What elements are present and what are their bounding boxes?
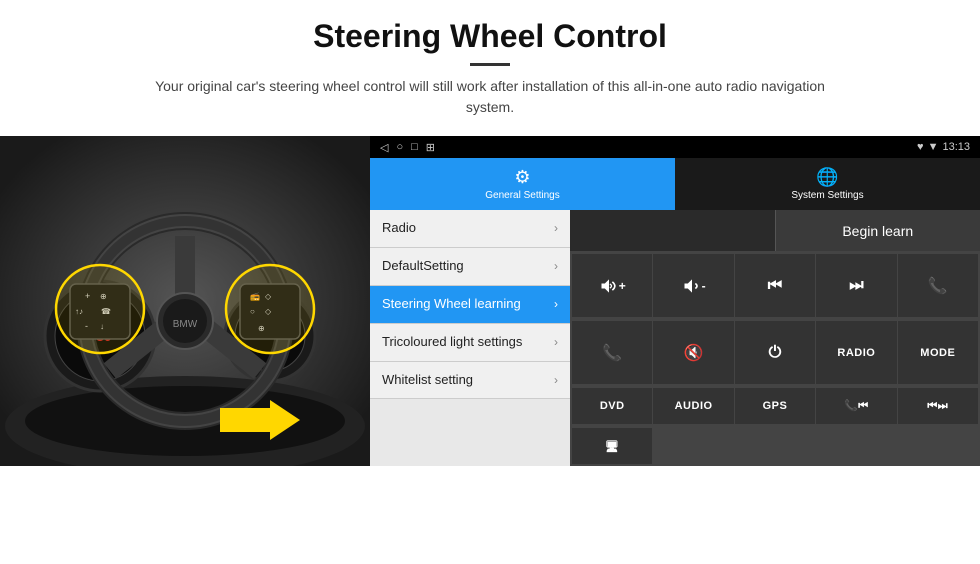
next-track-button[interactable]: ⏭ [816,254,896,317]
control-grid-row1: + - ⏮ ⏭ 📞 [570,252,980,319]
location-icon: ♥ [917,141,924,153]
menu-whitelist-label: Whitelist setting [382,372,554,389]
audio-button[interactable]: AUDIO [653,388,733,424]
tab-general-settings[interactable]: ⚙ General Settings [370,158,675,210]
right-top-row: Begin learn [570,210,980,252]
title-divider [470,63,510,66]
android-ui: ◁ ○ □ ⊞ ♥ ▼ 13:13 ⚙ General Settings [370,136,980,466]
left-menu: Radio › DefaultSetting › Steering Wheel … [370,210,570,466]
gps-button[interactable]: GPS [735,388,815,424]
status-bar-right: ♥ ▼ 13:13 [917,141,970,153]
radio-button[interactable]: RADIO [816,321,896,384]
menu-item-tricoloured[interactable]: Tricoloured light settings › [370,324,570,362]
extra-row: 🖥 [570,426,980,466]
begin-learn-button[interactable]: Begin learn [776,210,980,251]
bottom-row: DVD AUDIO GPS 📞⏮ ⏮⏭ [570,386,980,426]
menu-radio-label: Radio [382,220,554,237]
control-grid-row2: 📞 🔇 ⏻ RADIO MODE [570,319,980,386]
menu-item-steering[interactable]: Steering Wheel learning › [370,286,570,324]
nav-menu-icon[interactable]: ⊞ [426,141,435,154]
page-container: Steering Wheel Control Your original car… [0,0,980,564]
empty-input-box [570,210,776,251]
subtitle: Your original car's steering wheel contr… [150,76,830,118]
menu-item-default[interactable]: DefaultSetting › [370,248,570,286]
prev-next-button[interactable]: ⏮⏭ [898,388,978,424]
signal-icon: ▼ [928,141,939,153]
menu-item-radio[interactable]: Radio › [370,210,570,248]
mute-button[interactable]: 🔇 [653,321,733,384]
chevron-icon: › [554,297,558,311]
nav-home-icon[interactable]: ○ [396,141,403,154]
vol-up-button[interactable]: + [572,254,652,317]
chevron-icon: › [554,259,558,273]
chevron-icon: › [554,335,558,349]
vol-down-button[interactable]: - [653,254,733,317]
screen-button[interactable]: 🖥 [572,428,652,464]
general-settings-icon: ⚙ [514,167,530,188]
menu-default-label: DefaultSetting [382,258,554,275]
prev-track-button[interactable]: ⏮ [735,254,815,317]
right-panel: Begin learn + - ⏮ ⏭ [570,210,980,466]
chevron-icon: › [554,221,558,235]
tab-system-settings[interactable]: 🌐 System Settings [675,158,980,210]
header-section: Steering Wheel Control Your original car… [0,0,980,128]
nav-back-icon[interactable]: ◁ [380,141,388,154]
content-section: 180 BMW [0,136,980,564]
page-title: Steering Wheel Control [40,18,940,55]
menu-steering-label: Steering Wheel learning [382,296,554,313]
call-answer-button[interactable]: 📞 [572,321,652,384]
menu-item-whitelist[interactable]: Whitelist setting › [370,362,570,400]
tab-system-label: System Settings [791,190,863,201]
menu-tricoloured-label: Tricoloured light settings [382,334,554,351]
time-display: 13:13 [942,141,970,153]
status-bar-nav: ◁ ○ □ ⊞ [380,141,435,154]
system-settings-icon: 🌐 [816,167,838,188]
dvd-button[interactable]: DVD [572,388,652,424]
status-bar: ◁ ○ □ ⊞ ♥ ▼ 13:13 [370,136,980,158]
tab-bar: ⚙ General Settings 🌐 System Settings [370,158,980,210]
nav-recent-icon[interactable]: □ [411,141,418,154]
mode-button[interactable]: MODE [898,321,978,384]
power-button[interactable]: ⏻ [735,321,815,384]
tab-general-label: General Settings [485,190,560,201]
car-image-area: 180 BMW [0,136,370,466]
svg-text:BMW: BMW [173,319,198,330]
chevron-icon: › [554,373,558,387]
phone-button-row1[interactable]: 📞 [898,254,978,317]
phone-prev-button[interactable]: 📞⏮ [816,388,896,424]
main-content: Radio › DefaultSetting › Steering Wheel … [370,210,980,466]
